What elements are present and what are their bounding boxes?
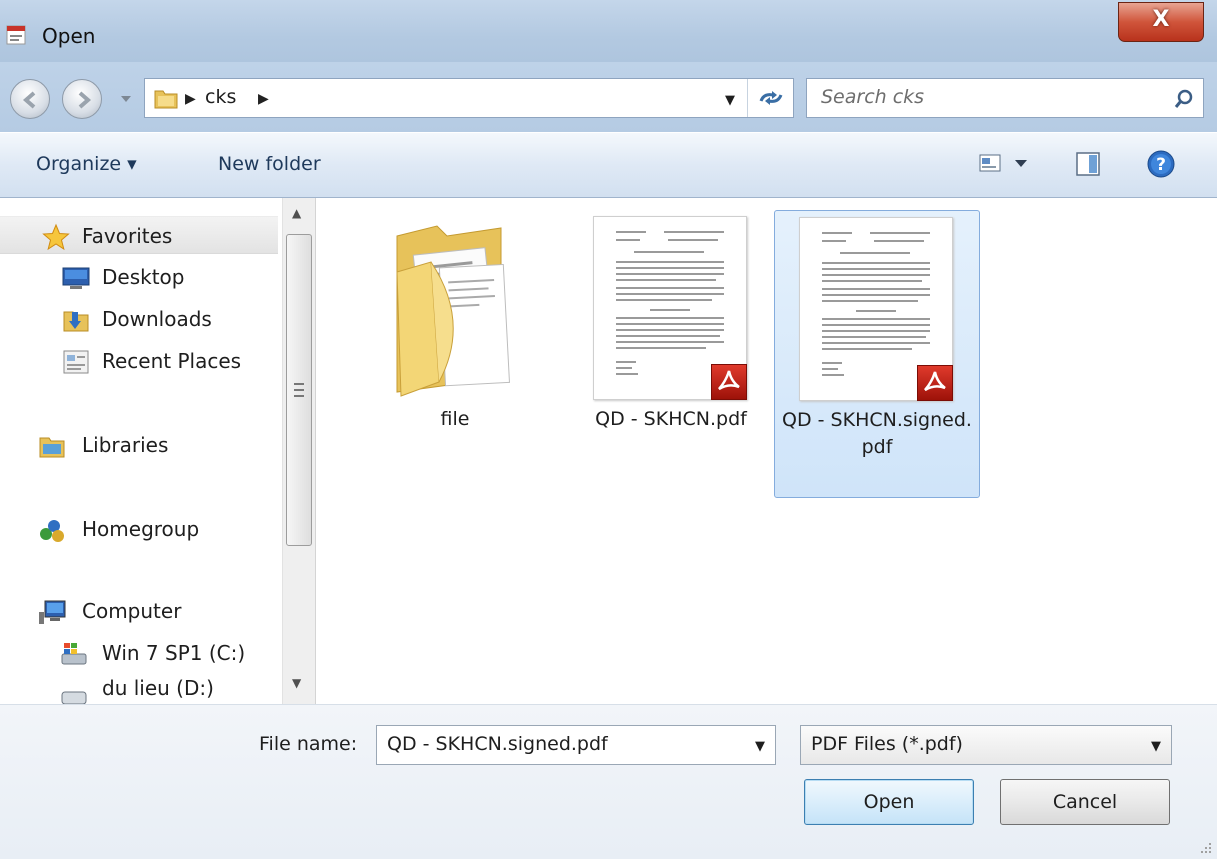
breadcrumb-cks[interactable]: cks xyxy=(205,86,236,108)
search-input[interactable]: Search cks xyxy=(806,78,1204,118)
file-name: file xyxy=(440,408,470,430)
downloads-icon xyxy=(63,311,89,332)
refresh-button[interactable] xyxy=(747,79,793,117)
file-item-folder[interactable]: file xyxy=(352,210,558,433)
resize-grip-icon[interactable] xyxy=(1197,839,1213,855)
desktop-icon xyxy=(62,267,90,289)
back-button[interactable] xyxy=(10,79,50,119)
file-name-value: QD - SKHCN.signed.pdf xyxy=(387,733,608,755)
sidebar-item-drive-d[interactable]: du lieu (D:) xyxy=(0,674,278,704)
sidebar-item-computer[interactable]: Computer xyxy=(0,592,278,630)
scroll-up-arrow-icon[interactable]: ▲ xyxy=(292,206,301,220)
recent-pages-dropdown-icon[interactable] xyxy=(120,94,132,104)
search-placeholder: Search cks xyxy=(821,86,925,108)
address-bar[interactable]: ▶ cks ▶ ▼ xyxy=(144,78,794,118)
svg-text:?: ? xyxy=(1156,155,1166,175)
file-name: QD - SKHCN.pdf xyxy=(595,408,747,430)
open-button[interactable]: Open xyxy=(804,779,974,825)
navigation-bar: ▶ cks ▶ ▼ Search cks xyxy=(0,62,1217,132)
command-toolbar: Organize ▾ New folder ? xyxy=(0,132,1217,198)
drive-d-icon xyxy=(61,691,87,704)
navigation-pane: Favorites Desktop Downloads Recent Place… xyxy=(0,198,282,704)
file-item-pdf-selected[interactable]: QD - SKHCN.signed.pdf xyxy=(774,210,980,498)
sidebar-item-label: du lieu (D:) xyxy=(102,676,214,700)
forward-button[interactable] xyxy=(62,79,102,119)
file-name-label: File name: xyxy=(259,733,358,755)
help-icon[interactable]: ? xyxy=(1146,149,1176,179)
sidebar-item-label: Computer xyxy=(82,599,182,623)
homegroup-icon xyxy=(40,520,64,542)
window-title: Open xyxy=(42,24,96,48)
sidebar-item-label: Win 7 SP1 (C:) xyxy=(102,641,246,665)
pdf-file-icon xyxy=(711,364,747,400)
sidebar-item-libraries[interactable]: Libraries xyxy=(0,426,278,464)
organize-button[interactable]: Organize ▾ xyxy=(36,153,137,175)
chevron-down-icon[interactable]: ▼ xyxy=(1151,739,1161,754)
close-button[interactable]: X xyxy=(1118,2,1204,42)
file-type-select[interactable]: PDF Files (*.pdf) ▼ xyxy=(800,725,1172,765)
sidebar-item-recent-places[interactable]: Recent Places xyxy=(0,342,278,380)
address-dropdown-icon[interactable]: ▼ xyxy=(725,93,735,108)
sidebar-item-drive-c[interactable]: Win 7 SP1 (C:) xyxy=(0,634,278,672)
change-view-icon[interactable] xyxy=(978,151,1004,175)
back-arrow-icon xyxy=(22,91,36,109)
file-item-pdf[interactable]: QD - SKHCN.pdf xyxy=(568,210,774,433)
sidebar-scrollbar[interactable]: ▲ ▼ xyxy=(282,198,316,704)
search-icon[interactable] xyxy=(1173,88,1195,110)
sidebar-item-label: Homegroup xyxy=(82,517,200,541)
view-options-dropdown-icon[interactable] xyxy=(1014,159,1028,169)
title-bar: Open X xyxy=(0,0,1217,62)
scroll-down-arrow-icon[interactable]: ▼ xyxy=(292,676,301,690)
drive-c-icon xyxy=(61,643,87,665)
breadcrumb-separator-icon[interactable]: ▶ xyxy=(185,91,196,107)
scrollbar-grip-icon xyxy=(294,383,304,397)
sidebar-item-label: Downloads xyxy=(102,307,212,331)
folder-icon xyxy=(396,225,510,397)
libraries-icon xyxy=(39,437,65,458)
sidebar-item-homegroup[interactable]: Homegroup xyxy=(0,510,278,548)
folder-icon xyxy=(154,90,178,109)
cancel-button[interactable]: Cancel xyxy=(1000,779,1170,825)
sidebar-item-label: Recent Places xyxy=(102,349,242,373)
sidebar-item-favorites[interactable]: Favorites xyxy=(0,216,278,254)
app-icon xyxy=(6,25,26,45)
sidebar-item-label: Desktop xyxy=(102,265,185,289)
scrollbar-thumb[interactable] xyxy=(286,234,312,546)
refresh-icon xyxy=(759,91,783,105)
file-name-input[interactable]: QD - SKHCN.signed.pdf ▼ xyxy=(376,725,776,765)
file-type-value: PDF Files (*.pdf) xyxy=(811,733,963,755)
sidebar-item-desktop[interactable]: Desktop xyxy=(0,258,278,296)
dialog-footer: File name: QD - SKHCN.signed.pdf ▼ PDF F… xyxy=(0,704,1217,859)
sidebar-item-label: Libraries xyxy=(82,433,169,457)
forward-arrow-icon xyxy=(78,91,92,109)
file-list: file QD - SKHCN.pdf QD - SKHCN.signed.pd… xyxy=(316,198,1217,704)
breadcrumb-separator-icon[interactable]: ▶ xyxy=(258,91,269,107)
file-name: QD - SKHCN.signed.pdf xyxy=(782,409,972,458)
recent-places-icon xyxy=(63,350,89,374)
preview-pane-icon[interactable] xyxy=(1075,151,1103,177)
sidebar-item-downloads[interactable]: Downloads xyxy=(0,300,278,338)
chevron-down-icon[interactable]: ▼ xyxy=(755,739,765,754)
close-icon: X xyxy=(1152,7,1170,32)
star-icon xyxy=(42,223,70,251)
pdf-file-icon xyxy=(917,365,953,401)
sidebar-item-label: Favorites xyxy=(82,224,173,248)
main-area: Favorites Desktop Downloads Recent Place… xyxy=(0,198,1217,704)
new-folder-button[interactable]: New folder xyxy=(218,153,321,175)
computer-icon xyxy=(39,600,66,624)
